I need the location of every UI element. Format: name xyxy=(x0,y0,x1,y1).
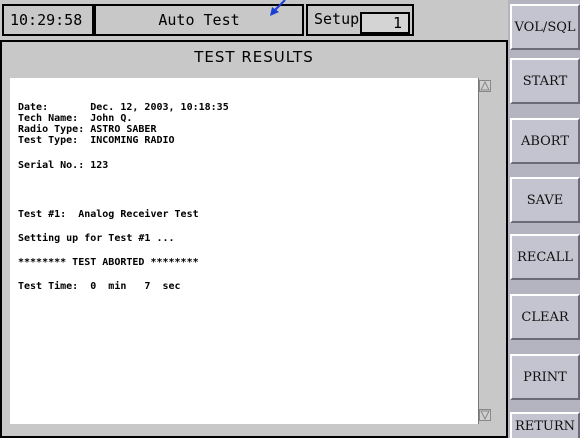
panel-title: TEST RESULTS xyxy=(194,48,314,66)
result-line-radio: Radio Type: ASTRO SABER xyxy=(18,124,157,135)
clock-display: 10:29:58 xyxy=(2,4,94,36)
result-line-serial: Serial No.: 123 xyxy=(18,160,109,171)
vol-sql-button[interactable]: VOL/SQL xyxy=(510,4,580,50)
save-button[interactable]: SAVE xyxy=(510,177,580,223)
arrow-pointer-icon xyxy=(270,0,286,16)
scroll-up-icon[interactable] xyxy=(479,80,491,92)
return-button[interactable]: RETURN xyxy=(510,412,580,438)
result-line-aborted: ******** TEST ABORTED ******** xyxy=(18,257,199,268)
result-line-time: Test Time: 0 min 7 sec xyxy=(18,281,181,292)
scroll-down-icon[interactable] xyxy=(479,409,491,421)
result-line-test-type: Test Type: INCOMING RADIO xyxy=(18,135,175,146)
result-line-setup: Setting up for Test #1 ... xyxy=(18,233,175,244)
result-line-tech: Tech Name: John Q. xyxy=(18,113,133,124)
abort-button[interactable]: ABORT xyxy=(510,118,580,164)
result-line-date: Date: Dec. 12, 2003, 10:18:35 xyxy=(18,102,229,113)
results-scrollbar[interactable] xyxy=(478,78,492,424)
recall-button[interactable]: RECALL xyxy=(510,234,580,280)
print-button[interactable]: PRINT xyxy=(510,354,580,400)
start-button[interactable]: START xyxy=(510,58,580,104)
result-line-test-name: Test #1: Analog Receiver Test xyxy=(18,209,199,220)
setup-label: Setup xyxy=(314,10,360,28)
setup-field[interactable]: Setup 1 xyxy=(306,4,414,36)
clear-button[interactable]: CLEAR xyxy=(510,294,580,340)
setup-value: 1 xyxy=(392,14,402,32)
setup-value-box[interactable]: 1 xyxy=(360,12,410,34)
